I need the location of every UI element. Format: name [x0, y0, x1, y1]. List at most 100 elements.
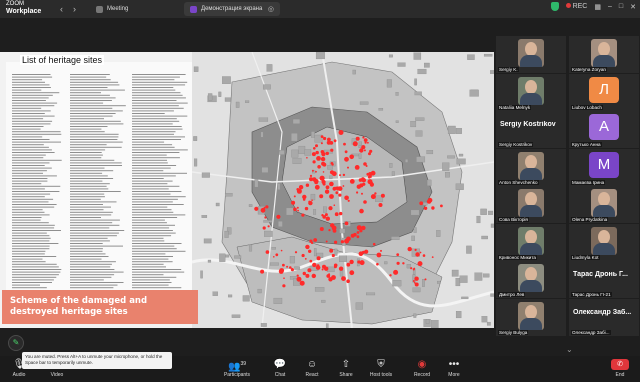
end-label: End: [615, 372, 625, 378]
participants-count: 39: [240, 361, 246, 367]
brand-top: ZOOM: [6, 1, 24, 7]
participant-tile[interactable]: Nataliia Melnyk: [496, 73, 566, 111]
meeting-icon: [96, 5, 103, 13]
share-label: Share: [339, 372, 353, 378]
participant-tile[interactable]: Тарас Дронь Г... Тарас Дронь ГІ-21: [569, 261, 639, 298]
participant-video: [591, 226, 617, 255]
forward-icon[interactable]: ›: [73, 4, 76, 14]
document-text-lines: [12, 74, 188, 289]
participant-name: Liubov Lobach: [571, 104, 603, 110]
participant-name: Sergiy Kostrikov: [498, 142, 534, 147]
grid-view-icon[interactable]: ▦: [594, 3, 601, 11]
gallery-scroll-down-icon[interactable]: ⌄: [566, 345, 573, 354]
participant-tile[interactable]: Кривонос Микита: [496, 223, 566, 261]
avatar-letter: Л: [589, 76, 619, 103]
participant-name: Nataliia Melnyk: [498, 104, 532, 110]
react-button[interactable]: ☺ React: [295, 359, 329, 378]
react-icon: ☺: [306, 359, 318, 370]
tab-meeting[interactable]: Meeting: [90, 2, 134, 16]
participant-video: [518, 151, 544, 180]
recording-dot-icon: [565, 3, 571, 8]
more-button[interactable]: ••• More: [437, 359, 471, 378]
react-label: React: [305, 372, 319, 378]
participant-name: Крутько Анна: [571, 142, 602, 147]
participant-tile[interactable]: Sergiy K.: [496, 36, 566, 73]
participant-tile[interactable]: Сова Вікторія: [496, 186, 566, 223]
participant-tile[interactable]: Olena Prydatkina: [569, 186, 639, 223]
participant-name: Sergiy K.: [498, 67, 519, 72]
participant-name: Olena Prydatkina: [571, 217, 609, 222]
participant-name: Anton Shevchenko: [498, 179, 539, 185]
participant-video: [518, 189, 544, 217]
chat-icon: 💬: [273, 359, 287, 370]
participants-label: Participants: [223, 372, 251, 378]
heritage-map: [192, 52, 494, 328]
participant-video: [518, 301, 544, 330]
participant-tile[interactable]: Sergiy Bulyga: [496, 298, 566, 336]
muted-tooltip: You are muted. Press Alt+A to unmute you…: [22, 352, 172, 369]
record-label: Record: [413, 372, 431, 378]
more-label: More: [448, 372, 460, 378]
participant-name: Sergiy Bulyga: [498, 329, 529, 335]
participant-name: Кривонос Микита: [498, 254, 537, 260]
participant-name: Дмитро Лев: [498, 292, 526, 297]
participant-video: [591, 39, 617, 67]
history-nav: ‹ ›: [60, 4, 76, 14]
security-shield-icon[interactable]: [550, 2, 559, 11]
participant-video: [518, 39, 544, 67]
recording-indicator: REC: [565, 3, 588, 10]
participant-video: [518, 226, 544, 255]
participant-video: [518, 264, 544, 292]
back-icon[interactable]: ‹: [60, 4, 63, 14]
share-title: List of heritage sites: [20, 55, 105, 65]
chat-button[interactable]: 💬 Chat: [263, 359, 297, 378]
maximize-icon[interactable]: □: [619, 3, 623, 10]
camera-icon[interactable]: ◎: [268, 5, 274, 13]
share-button[interactable]: ⇧ Share: [329, 359, 363, 378]
participant-tile[interactable]: М Мамаєва Ірина: [569, 148, 639, 186]
audio-label: Audio: [12, 372, 26, 378]
participant-tile[interactable]: Sergiy Kostrikov Sergiy Kostrikov: [496, 111, 566, 148]
participant-tile[interactable]: Л Liubov Lobach: [569, 73, 639, 111]
participant-tile[interactable]: Дмитро Лев: [496, 261, 566, 298]
avatar-letter: М: [589, 151, 619, 178]
minimize-icon[interactable]: –: [608, 3, 612, 10]
video-label: Video: [50, 372, 64, 378]
rec-label: REC: [572, 3, 588, 10]
zoom-window: ZOOM Workplace ‹ › Meeting Демонстрация …: [0, 0, 640, 382]
record-button[interactable]: ◉ Record: [405, 359, 439, 378]
participant-tile[interactable]: Anton Shevchenko: [496, 148, 566, 186]
participant-tile[interactable]: А Крутько Анна: [569, 111, 639, 148]
window-controls: REC ▦ – □ ✕: [550, 2, 636, 11]
shield-icon: ⛨: [377, 359, 385, 370]
participant-display-name: Sergiy Kostrikov: [500, 121, 556, 128]
participant-tile[interactable]: Liudmyla Kot: [569, 223, 639, 261]
heritage-list-document: [6, 62, 192, 318]
participant-name: Мамаєва Ірина: [571, 179, 606, 185]
annotate-pencil-icon[interactable]: ✎: [8, 335, 24, 351]
participant-tile[interactable]: Олександр Заб... Олександр Забі...: [569, 298, 639, 336]
shared-screen: List of heritage sites Scheme of the dam…: [0, 52, 494, 328]
map-caption: Scheme of the damaged and destroyed heri…: [2, 290, 198, 324]
title-bar: ZOOM Workplace ‹ › Meeting Демонстрация …: [0, 0, 640, 18]
end-call-icon: ✆: [611, 359, 629, 370]
record-icon: ◉: [417, 359, 427, 370]
host-tools-button[interactable]: ⛨ Host tools: [364, 359, 398, 378]
participant-tile[interactable]: Kateryna Zoryan: [569, 36, 639, 73]
share-screen-icon: ⇧: [341, 359, 351, 370]
participant-video: [591, 189, 617, 217]
chat-label: Chat: [274, 372, 286, 378]
more-icon: •••: [448, 359, 460, 370]
participant-name: Kateryna Zoryan: [571, 67, 607, 72]
participant-name: Liudmyla Kot: [571, 254, 600, 260]
close-icon[interactable]: ✕: [630, 3, 636, 11]
participant-name: Сова Вікторія: [498, 217, 529, 222]
end-button[interactable]: ✆ End: [603, 359, 637, 378]
tab-screen-share[interactable]: Демонстрация экрана ◎: [184, 2, 280, 16]
participant-display-name: Тарас Дронь Г...: [573, 271, 628, 278]
tab-label: Meeting: [107, 6, 129, 12]
app-brand: ZOOM Workplace: [0, 0, 52, 18]
participant-video: [518, 76, 544, 105]
participants-button[interactable]: 👥39 Participants: [220, 359, 254, 378]
host-tools-label: Host tools: [369, 372, 393, 378]
